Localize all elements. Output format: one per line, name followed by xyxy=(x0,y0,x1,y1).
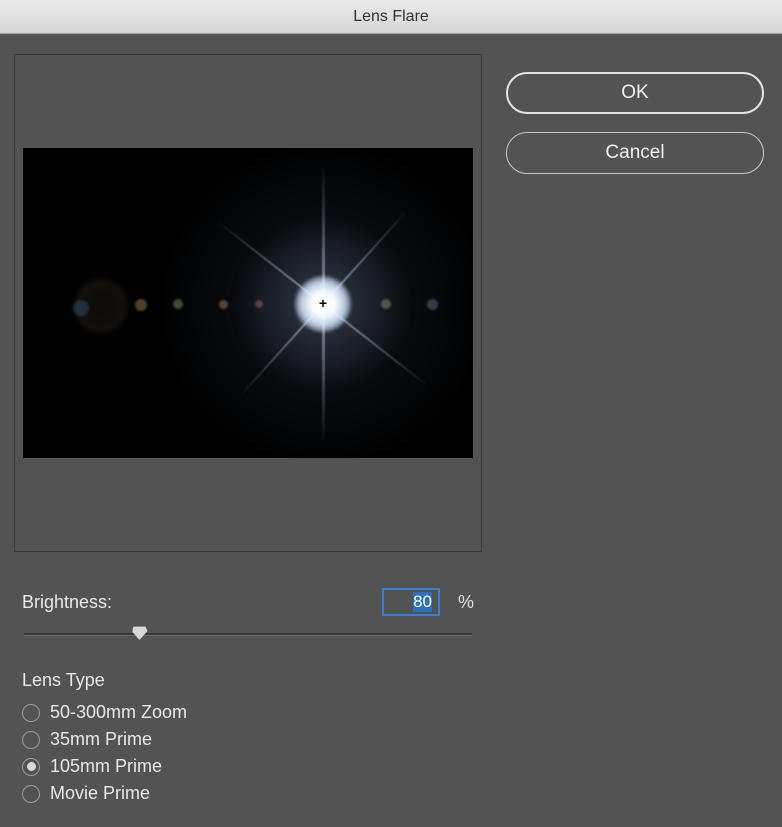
flare-center-crosshair-icon[interactable]: + xyxy=(317,297,329,309)
right-column: OK Cancel xyxy=(506,54,764,807)
flare-ghost-2 xyxy=(135,299,147,311)
flare-streak-diagonal-2 xyxy=(239,210,408,397)
flare-halo-inner xyxy=(233,214,413,394)
lens-type-option[interactable]: Movie Prime xyxy=(22,780,474,807)
preview-container: + xyxy=(14,54,482,552)
brightness-row: Brightness: % xyxy=(22,588,474,616)
brightness-unit: % xyxy=(458,592,474,613)
dialog-body: + Brightness: % Lens Type 50-300mm Zoom 3… xyxy=(0,34,782,827)
flare-ghost-4 xyxy=(219,300,228,309)
lens-type-option[interactable]: 105mm Prime xyxy=(22,753,474,780)
flare-ghost-1 xyxy=(73,300,89,316)
flare-ghost-6 xyxy=(381,299,391,309)
flare-ghost-7 xyxy=(427,299,438,310)
flare-preview-canvas[interactable]: + xyxy=(23,148,473,458)
left-column: + Brightness: % Lens Type 50-300mm Zoom 3… xyxy=(14,54,482,807)
lens-type-option-label: 50-300mm Zoom xyxy=(50,702,187,723)
lens-type-option-label: 35mm Prime xyxy=(50,729,152,750)
dialog-titlebar: Lens Flare xyxy=(0,0,782,34)
flare-halo-outer xyxy=(163,148,473,458)
flare-ghost-5 xyxy=(255,300,263,308)
flare-ghost-3 xyxy=(173,299,183,309)
flare-ring-ghost xyxy=(71,276,131,336)
lens-type-option[interactable]: 50-300mm Zoom xyxy=(22,699,474,726)
radio-icon xyxy=(22,704,40,722)
lens-type-option[interactable]: 35mm Prime xyxy=(22,726,474,753)
controls-section: Brightness: % Lens Type 50-300mm Zoom 35m… xyxy=(14,588,482,807)
brightness-input[interactable] xyxy=(382,588,440,616)
radio-icon xyxy=(22,731,40,749)
lens-type-group: 50-300mm Zoom 35mm Prime 105mm Prime Movie … xyxy=(22,699,474,807)
flare-streak-diagonal-1 xyxy=(216,220,430,388)
lens-type-title: Lens Type xyxy=(22,670,474,691)
slider-track xyxy=(24,633,472,636)
brightness-label: Brightness: xyxy=(22,592,370,613)
flare-streak-vertical xyxy=(322,164,325,444)
radio-icon xyxy=(22,758,40,776)
brightness-slider[interactable] xyxy=(22,626,474,644)
dialog-title: Lens Flare xyxy=(353,8,429,26)
cancel-button[interactable]: Cancel xyxy=(506,132,764,174)
lens-type-option-label: Movie Prime xyxy=(50,783,150,804)
flare-core xyxy=(295,276,351,332)
slider-thumb[interactable] xyxy=(132,626,148,640)
ok-button[interactable]: OK xyxy=(506,72,764,114)
lens-type-option-label: 105mm Prime xyxy=(50,756,162,777)
